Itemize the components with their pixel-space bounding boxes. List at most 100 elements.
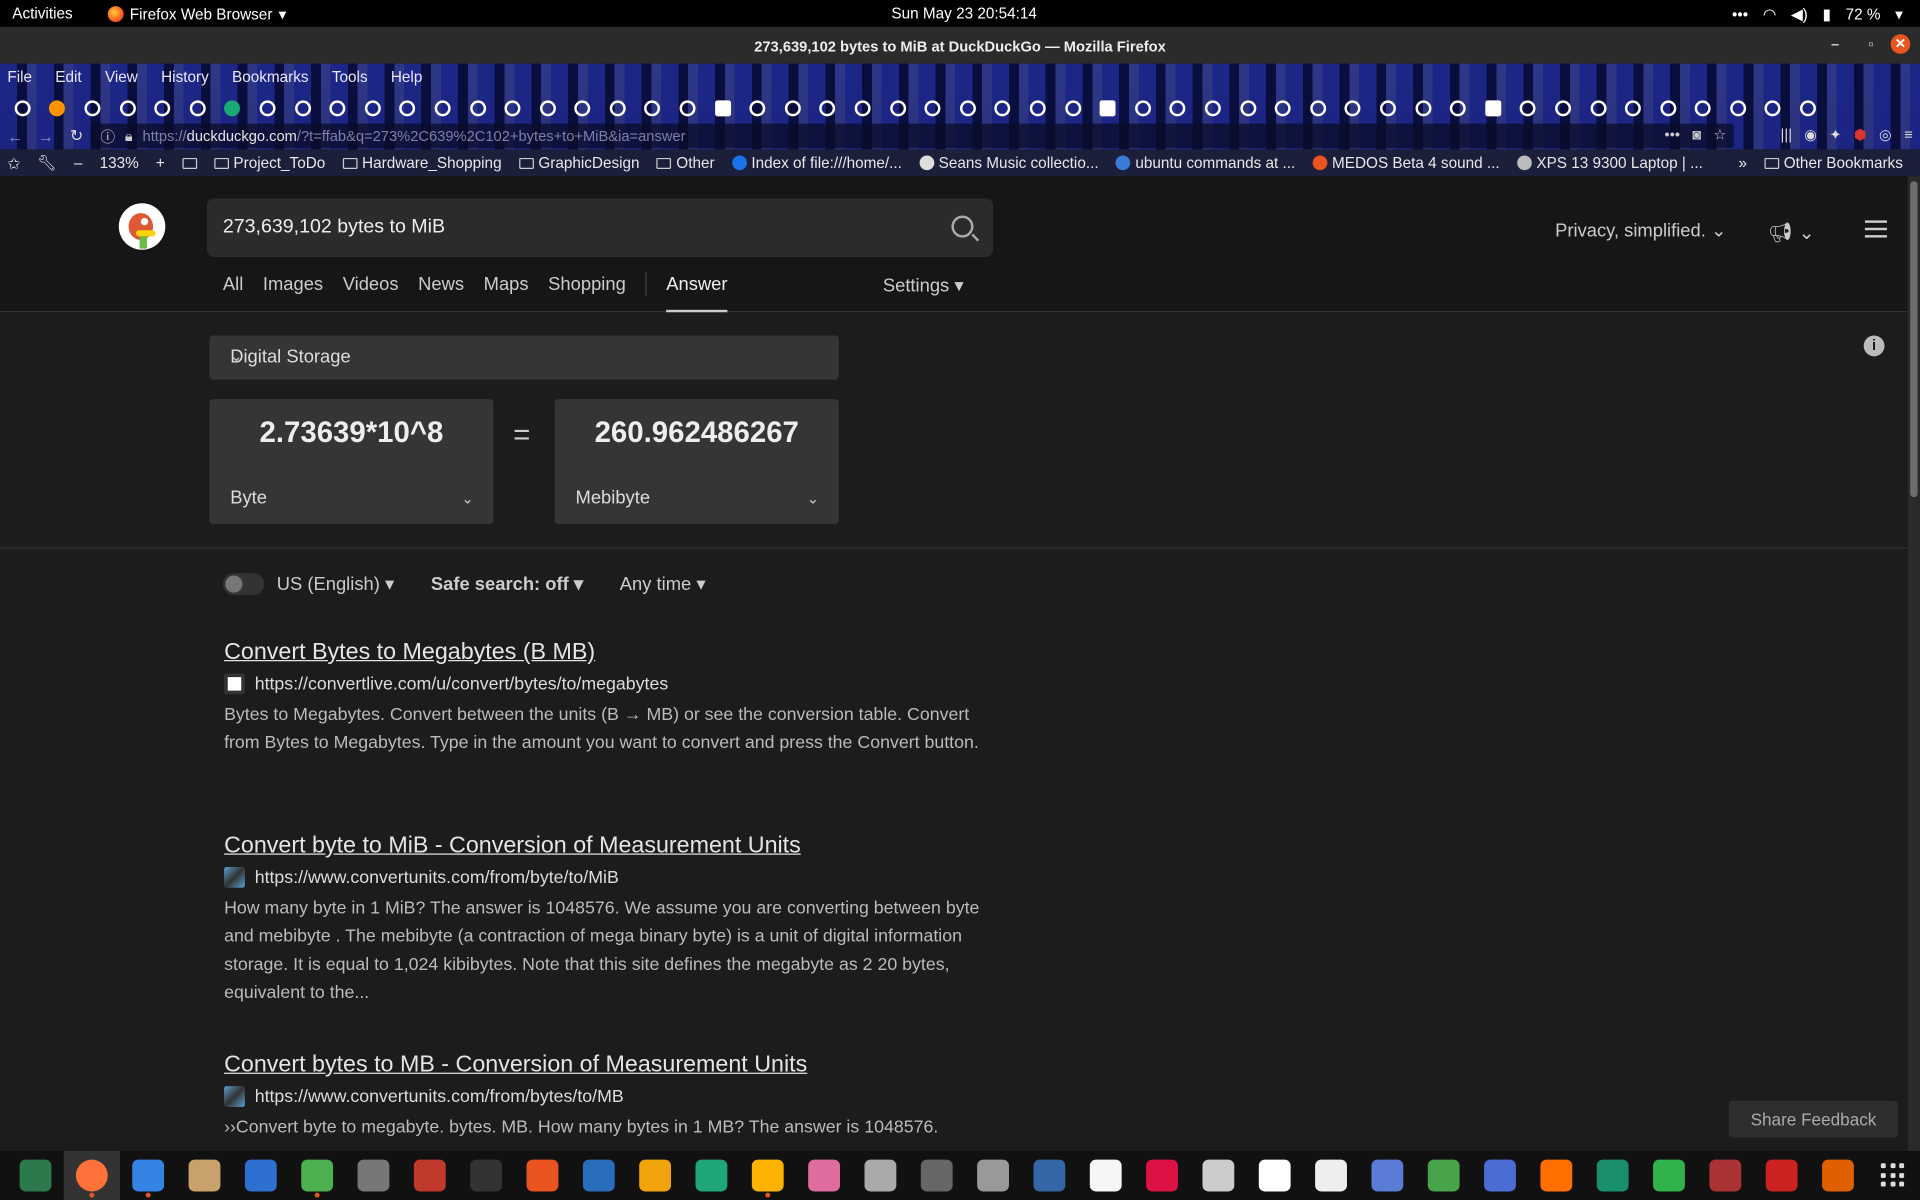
font-viewer-icon[interactable] [1021,1151,1077,1200]
vlc-icon[interactable] [627,1151,683,1200]
extension-icon[interactable]: ✦ [1829,126,1841,143]
pinned-tab[interactable] [530,99,565,116]
audio-editor-icon[interactable] [402,1151,458,1200]
pinned-tab[interactable] [740,99,775,116]
text-editor-icon[interactable] [120,1151,176,1200]
bookmark-item[interactable]: XPS 13 9300 Laptop | ... [1516,154,1703,171]
result-url[interactable]: https://www.convertunits.com/from/byte/t… [255,868,619,888]
zoom-in-icon[interactable]: + [156,154,165,171]
firefox-icon[interactable] [63,1151,121,1200]
tab-answer[interactable]: Answer [666,274,728,313]
pinned-tab[interactable] [1195,99,1230,116]
pinned-tab[interactable] [600,99,635,116]
pinned-tab[interactable] [1020,99,1055,116]
pinned-tab[interactable] [1055,99,1090,116]
document-viewer-icon[interactable] [1134,1151,1190,1200]
pinned-tab[interactable] [75,99,110,116]
bookmark-item[interactable]: MEDOS Beta 4 sound ... [1312,154,1500,171]
from-unit-select[interactable]: Byte [230,487,267,508]
zoom-out-icon[interactable]: – [74,154,83,171]
page-scrollbar[interactable] [1907,176,1920,1152]
pinned-tab[interactable] [1230,99,1265,116]
megaphone-icon[interactable]: 📢︎ ⌄ [1768,220,1815,244]
pinned-tab[interactable] [1405,99,1440,116]
pinned-tab[interactable] [355,99,390,116]
bookmark-item[interactable]: Seans Music collectio... [919,154,1099,171]
updates-icon[interactable] [909,1151,965,1200]
writer-icon[interactable] [571,1151,627,1200]
disk-utility-icon[interactable] [965,1151,1021,1200]
scrollbar-thumb[interactable] [1910,181,1918,498]
region-select[interactable]: US (English) ▾ [277,573,394,595]
info-icon[interactable]: i [1863,335,1885,357]
reload-icon[interactable]: ↻ [61,126,92,146]
pinned-tab[interactable] [1686,99,1721,116]
menu-view[interactable]: View [105,69,138,86]
tab-images[interactable]: Images [263,274,323,296]
gimp-icon[interactable] [1078,1151,1134,1200]
to-unit-select[interactable]: Mebibyte [576,487,651,508]
todo-icon[interactable] [1359,1151,1415,1200]
pinned-tab[interactable] [915,99,950,116]
calendar-icon[interactable] [683,1151,739,1200]
tab-shopping[interactable]: Shopping [548,274,626,296]
menu-file[interactable]: File [7,69,32,86]
pinned-tab[interactable] [215,99,250,116]
screen-share-icon[interactable] [1472,1151,1528,1200]
menu-help[interactable]: Help [391,69,422,86]
search-icon[interactable] [951,215,974,238]
minimize-button[interactable]: – [1831,36,1839,53]
activities-button[interactable]: Activities [12,5,72,22]
terminal-icon[interactable] [458,1151,514,1200]
bookmark-item[interactable]: GraphicDesign [518,154,640,171]
card-game-icon[interactable] [1753,1151,1809,1200]
pinned-tab[interactable] [1545,99,1580,116]
result-url-row[interactable]: https://www.convertunits.com/from/bytes/… [224,1086,995,1107]
safe-search-select[interactable]: Safe search: off ▾ [431,573,583,595]
pinned-tab[interactable] [40,99,75,116]
pinned-tab[interactable] [460,99,495,116]
pinned-tab[interactable] [1265,99,1300,116]
mail-icon[interactable] [1585,1151,1641,1200]
close-button[interactable]: ✕ [1890,34,1911,54]
settings-icon[interactable] [345,1151,401,1200]
pinned-tab[interactable] [1475,99,1510,116]
result-url[interactable]: https://www.convertunits.com/from/bytes/… [255,1087,624,1107]
pinned-tab[interactable] [1335,99,1370,116]
pinned-tab[interactable] [1510,99,1545,116]
software-icon[interactable] [514,1151,570,1200]
tab-maps[interactable]: Maps [484,274,529,296]
pinned-tab[interactable] [670,99,705,116]
ublock-icon[interactable]: ⬢ [1854,126,1867,143]
character-map-icon[interactable] [1247,1151,1303,1200]
pinned-tab[interactable] [810,99,845,116]
info-icon[interactable]: ⓘ [100,126,115,147]
dictionary-icon[interactable] [1303,1151,1359,1200]
help-icon[interactable] [233,1151,289,1200]
menu-history[interactable]: History [161,69,209,86]
pinned-tab[interactable] [845,99,880,116]
extensions-icon[interactable] [289,1151,345,1200]
app-menu[interactable]: Firefox Web Browser ▾ [107,5,286,23]
pinned-tab[interactable] [880,99,915,116]
pinned-tab[interactable] [705,99,740,116]
tab-strip[interactable] [0,93,1920,122]
lock-icon[interactable]: 🔒︎ [125,127,133,145]
pinned-tab[interactable] [495,99,530,116]
pinned-tab[interactable] [1756,99,1791,116]
forward-icon[interactable]: → [31,127,62,145]
pinned-tab[interactable] [285,99,320,116]
pinned-tab[interactable] [390,99,425,116]
pocket-icon[interactable]: ◙ [1692,126,1701,143]
tab-all[interactable]: All [223,274,243,296]
system-tray[interactable]: ••• ◠ ◀) ▮ 72 % ▾ [1732,5,1903,24]
spreadsheet-icon[interactable] [1641,1151,1697,1200]
game-icon[interactable] [1697,1151,1753,1200]
menu-bookmarks[interactable]: Bookmarks [232,69,309,86]
pinned-tab[interactable] [250,99,285,116]
pinned-tab[interactable] [775,99,810,116]
result-title-link[interactable]: Convert byte to MiB - Conversion of Meas… [224,833,995,860]
pinned-tab[interactable] [1160,99,1195,116]
pinned-tab[interactable] [565,99,600,116]
bookmark-item[interactable]: Hardware_Shopping [342,154,502,171]
